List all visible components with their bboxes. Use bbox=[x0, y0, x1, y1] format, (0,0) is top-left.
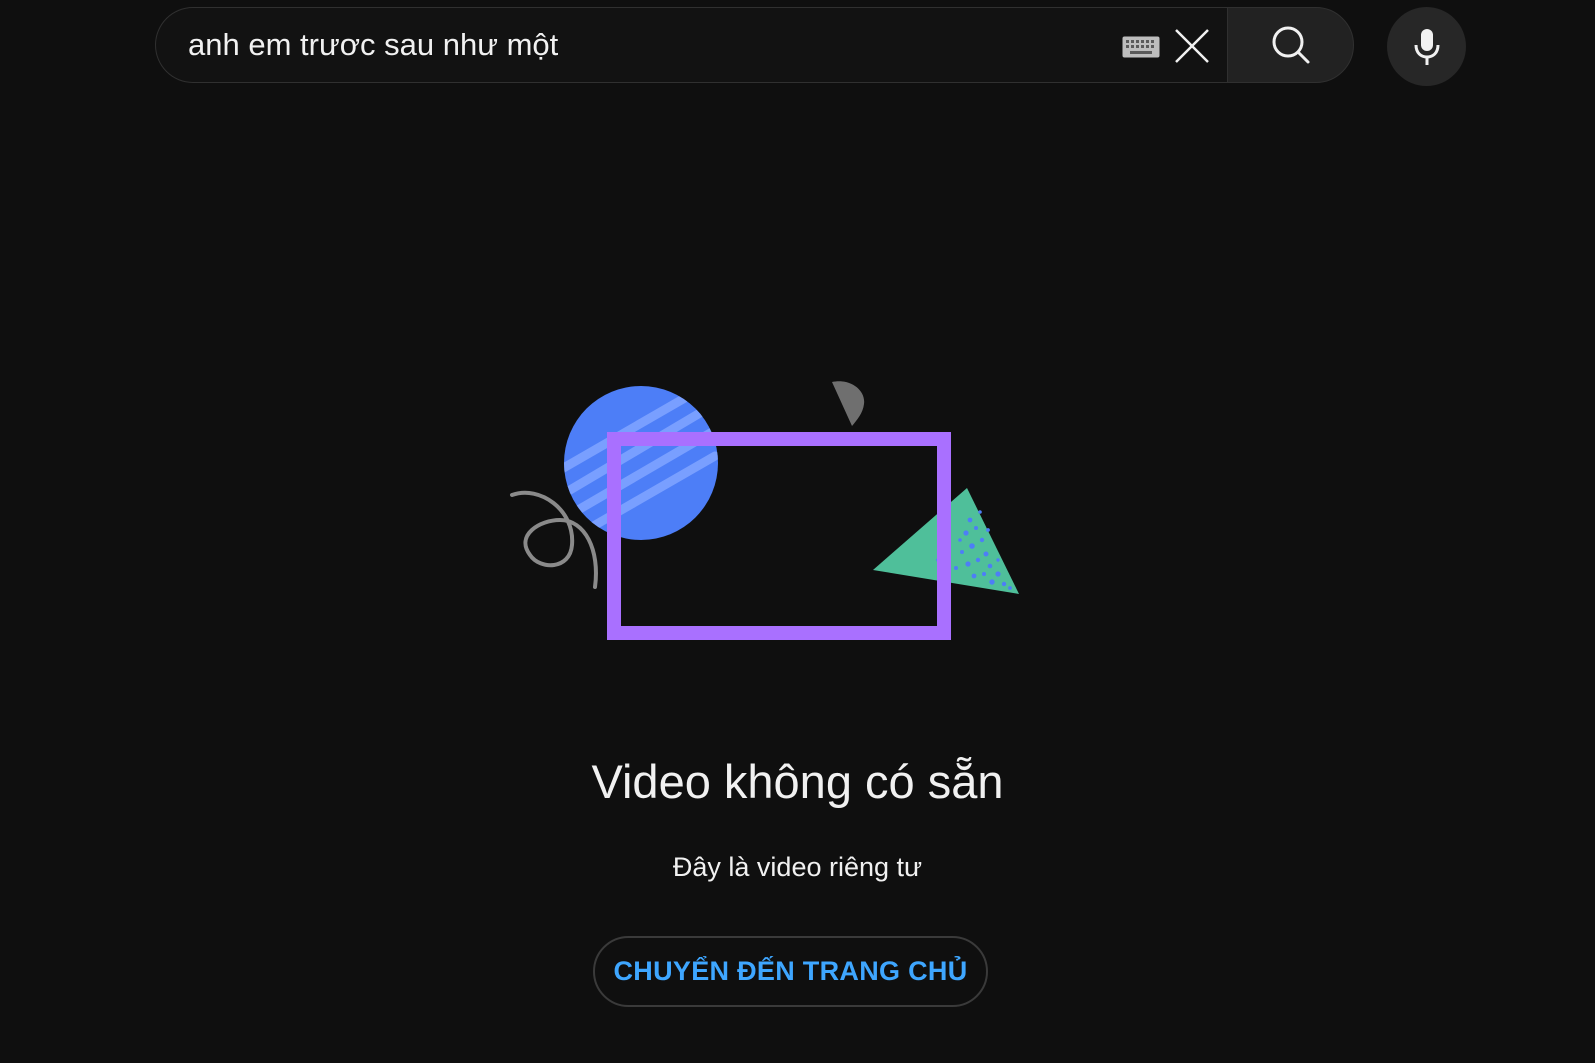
clear-search-button[interactable] bbox=[1168, 22, 1216, 70]
video-unavailable-page: Video không có sẵn Đây là video riêng tư… bbox=[0, 0, 1595, 1063]
video-unavailable-illustration bbox=[510, 381, 1019, 640]
go-home-button[interactable]: CHUYỂN ĐẾN TRANG CHỦ bbox=[593, 936, 988, 1007]
page-title: Video không có sẵn bbox=[591, 755, 1004, 808]
close-icon bbox=[1175, 29, 1209, 63]
keyboard-icon[interactable] bbox=[1122, 36, 1160, 58]
grey-semicircle-shape bbox=[832, 381, 865, 426]
search-input[interactable] bbox=[188, 8, 1048, 82]
voice-search-button[interactable] bbox=[1387, 7, 1466, 86]
mic-icon bbox=[1414, 28, 1439, 65]
search-button[interactable] bbox=[1227, 7, 1354, 83]
page-subtitle: Đây là video riêng tư bbox=[672, 852, 923, 882]
search-box[interactable] bbox=[155, 7, 1227, 83]
search-icon bbox=[1272, 26, 1309, 64]
